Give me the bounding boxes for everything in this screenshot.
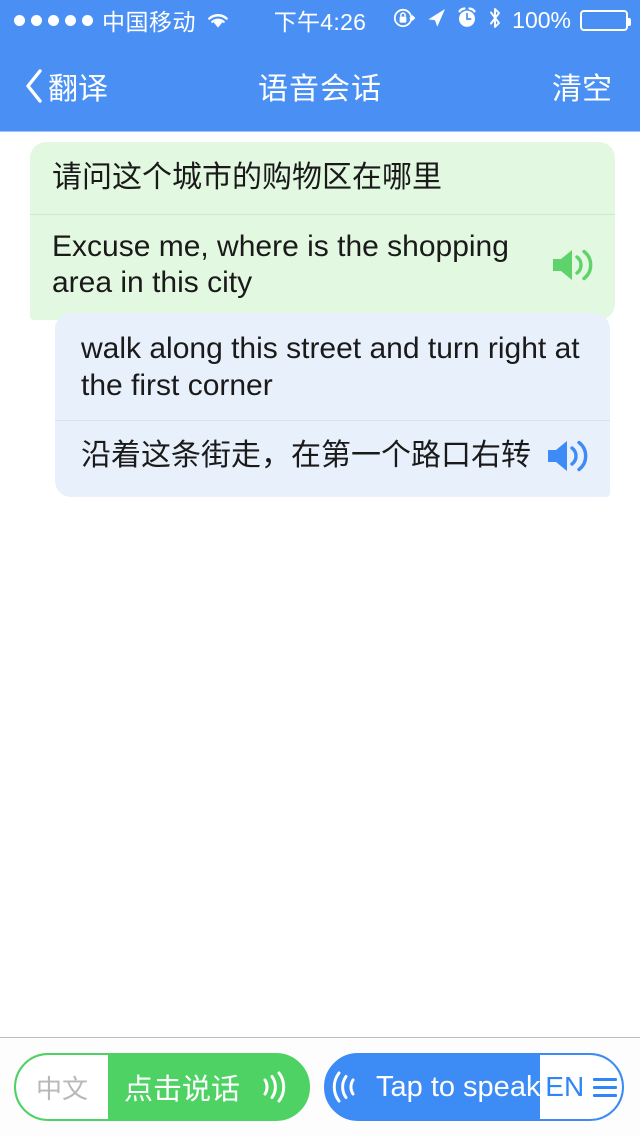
status-bar-time: 下午4:26 <box>273 9 367 35</box>
status-bar: 中国移动 下午4:26 100% <box>0 0 640 40</box>
message-source-row: walk along this street and turn right at… <box>55 313 610 420</box>
chinese-speak-label: 点击说话 <box>123 1074 240 1106</box>
message-translation-row: Excuse me, where is the shopping area in… <box>30 215 615 320</box>
message-source-row: 请问这个城市的购物区在哪里 <box>30 142 615 214</box>
hamburger-menu-icon[interactable] <box>593 1077 618 1097</box>
message-translated-text: 沿着这条街走，在第一个路口右转 <box>81 439 531 473</box>
english-language-segment[interactable]: EN <box>540 1055 622 1119</box>
english-speak-label: Tap to speak <box>376 1070 541 1103</box>
conversation-list[interactable]: 请问这个城市的购物区在哪里 Excuse me, where is the sh… <box>0 132 640 1037</box>
speaker-icon[interactable] <box>542 433 596 479</box>
message-bubble-incoming[interactable]: walk along this street and turn right at… <box>55 313 610 498</box>
sound-waves-right-icon <box>252 1067 292 1107</box>
clear-button[interactable]: 清空 <box>552 64 640 108</box>
message-bubble-outgoing[interactable]: 请问这个城市的购物区在哪里 Excuse me, where is the sh… <box>30 142 615 321</box>
battery-full-icon <box>580 9 631 31</box>
speak-english-button[interactable]: Tap to speak EN <box>324 1053 624 1121</box>
sound-waves-left-icon <box>326 1067 366 1107</box>
english-speak-segment[interactable]: Tap to speak <box>326 1055 540 1119</box>
message-source-text: walk along this street and turn right at… <box>81 332 580 402</box>
message-source-text: 请问这个城市的购物区在哪里 <box>52 161 442 194</box>
chinese-speak-segment[interactable]: 点击说话 <box>108 1055 308 1119</box>
page-title: 语音会话 <box>258 73 382 106</box>
message-translation-row: 沿着这条街走，在第一个路口右转 <box>55 421 610 497</box>
chinese-language-segment[interactable]: 中文 <box>16 1055 108 1119</box>
message-translated-text: Excuse me, where is the shopping area in… <box>52 229 509 300</box>
speaker-icon[interactable] <box>547 242 601 288</box>
bottom-toolbar: 中文 点击说话 Tap to speak EN <box>0 1038 640 1136</box>
english-language-label: EN <box>545 1071 585 1102</box>
navigation-bar: 翻译 语音会话 清空 <box>0 40 640 132</box>
chinese-language-label: 中文 <box>35 1073 88 1104</box>
speak-chinese-button[interactable]: 中文 点击说话 <box>14 1053 310 1121</box>
